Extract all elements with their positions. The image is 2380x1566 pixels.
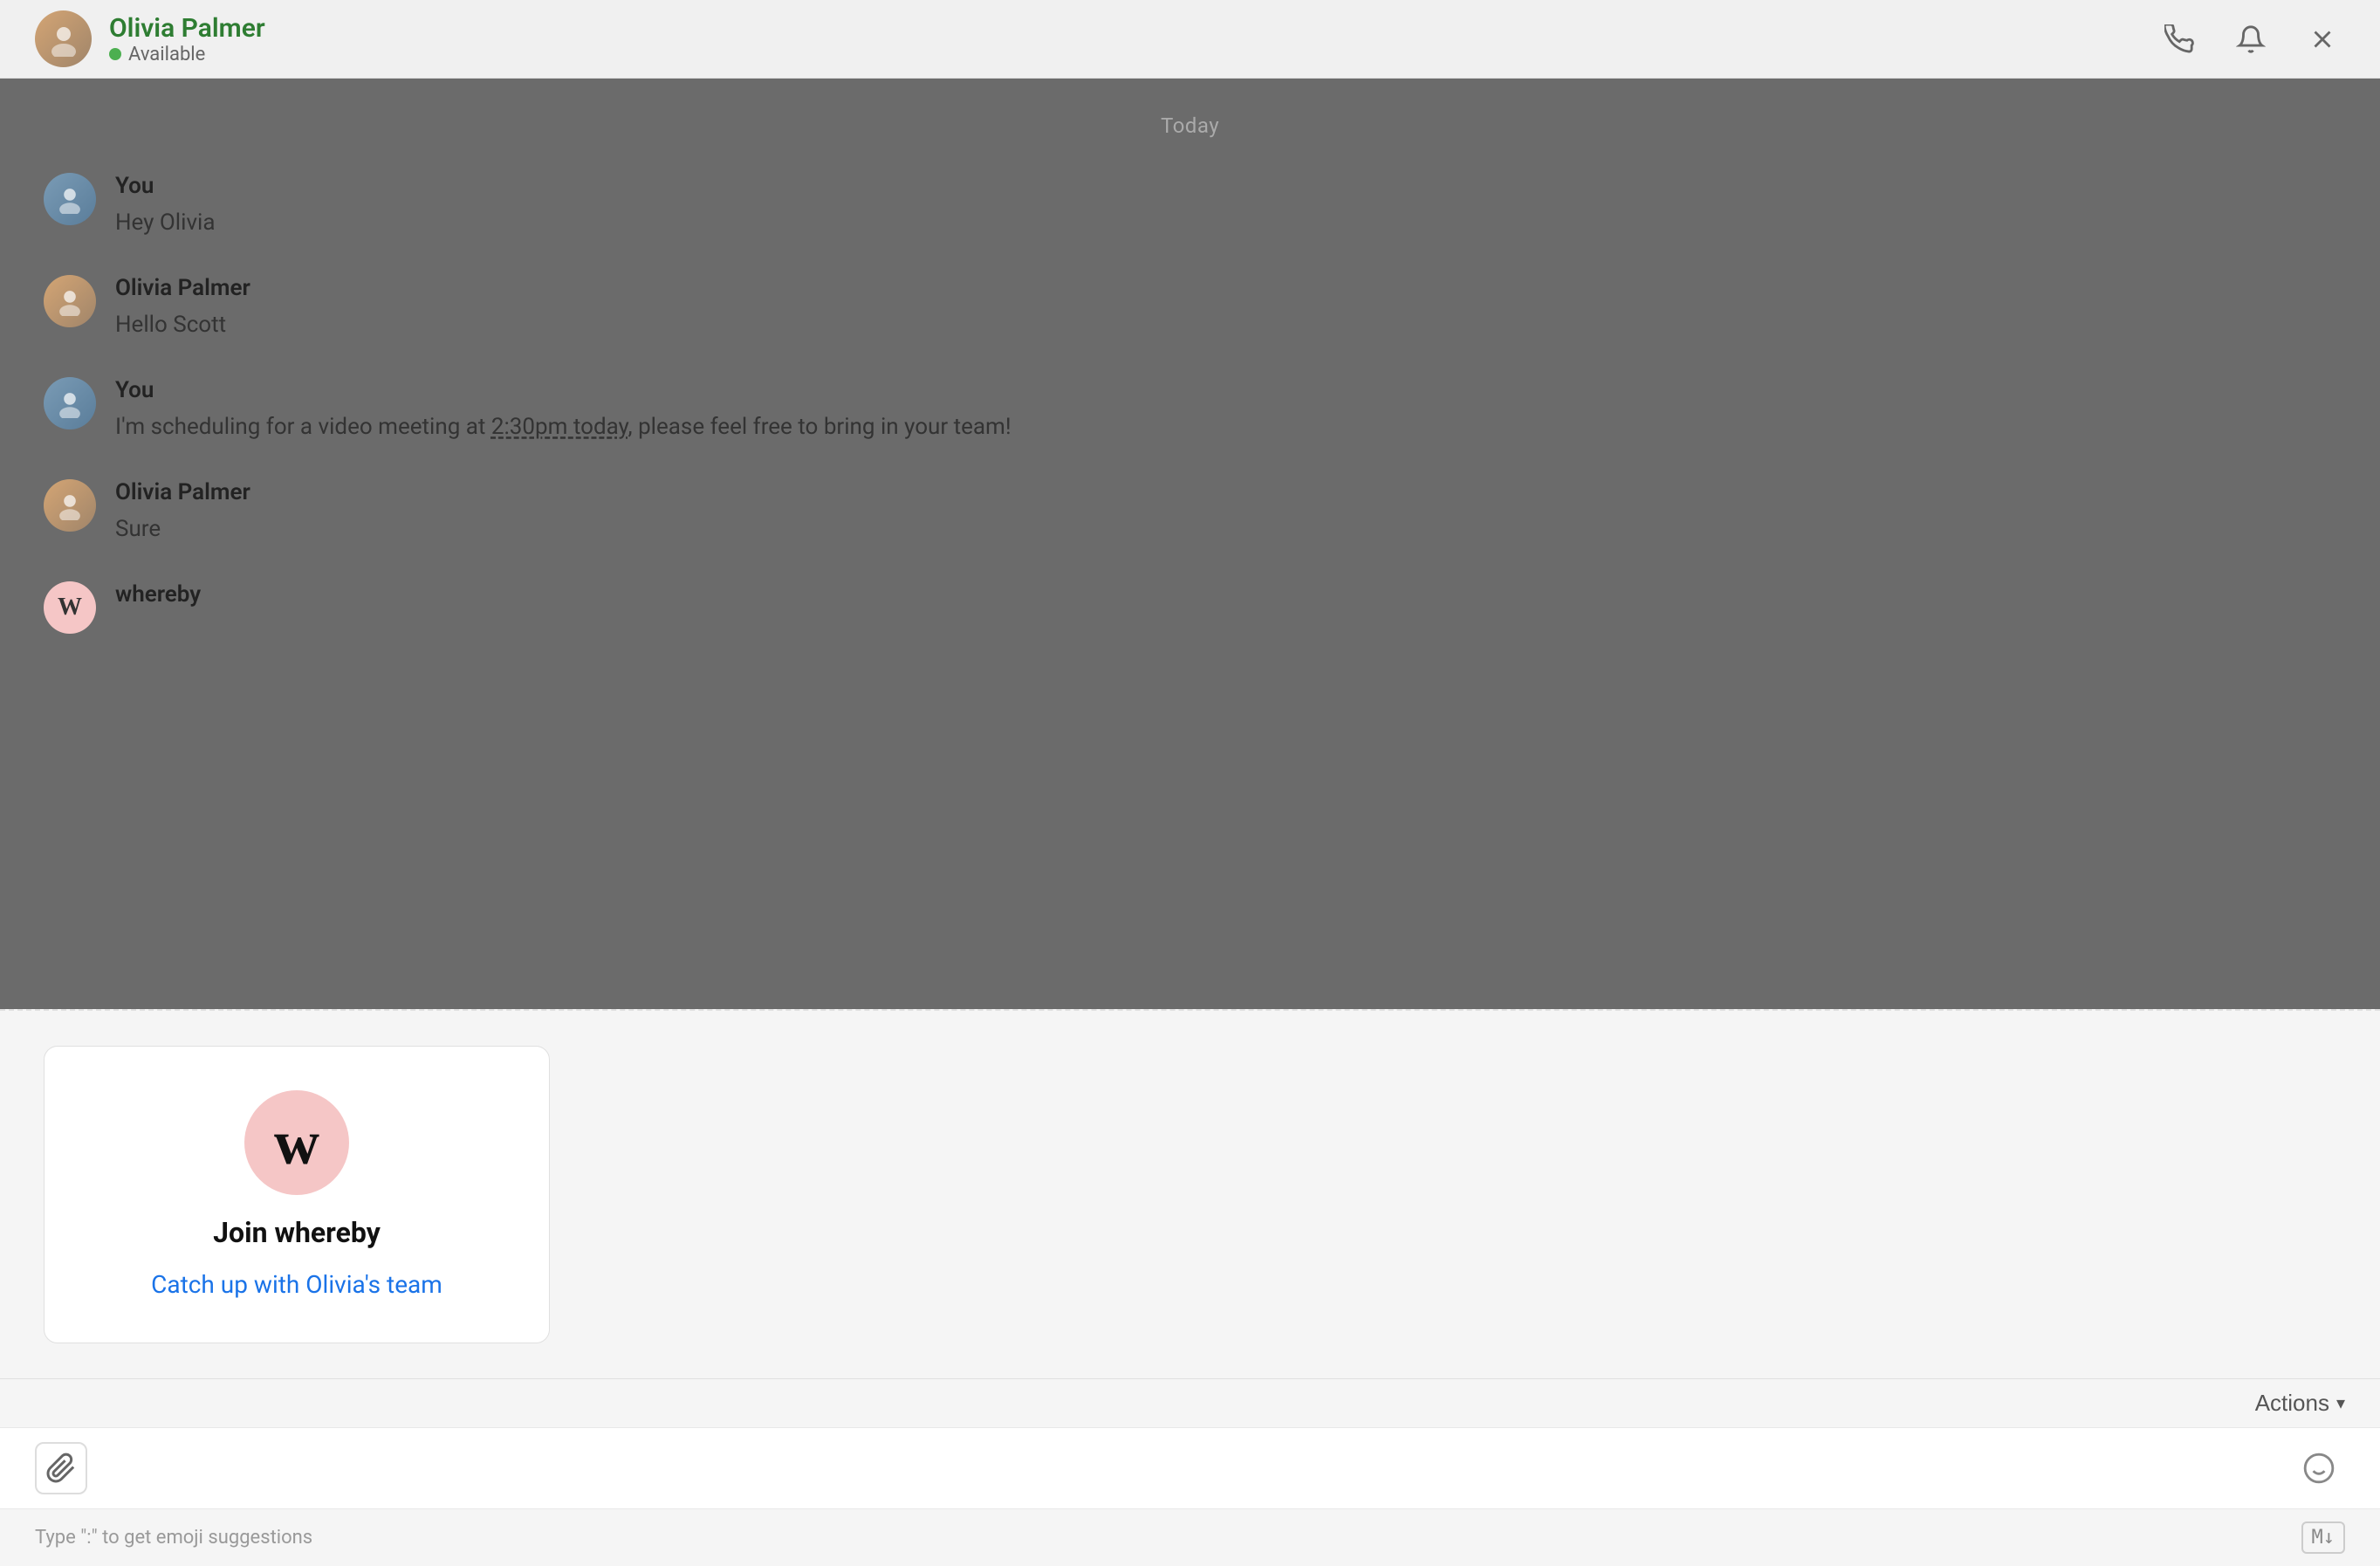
message-text: I'm scheduling for a video meeting at 2:… bbox=[115, 410, 2336, 444]
message-sender: You bbox=[115, 377, 2336, 403]
message-group: Olivia Palmer Hello Scott bbox=[44, 275, 2336, 342]
message-sender: whereby bbox=[115, 581, 2336, 608]
actions-bar: Actions ▾ bbox=[0, 1379, 2380, 1427]
message-group: W whereby bbox=[44, 581, 2336, 634]
message-sender: Olivia Palmer bbox=[115, 275, 2336, 301]
chat-container: Olivia Palmer Available bbox=[0, 0, 2380, 1566]
emoji-button[interactable] bbox=[2293, 1442, 2345, 1494]
header-info: Olivia Palmer Available bbox=[109, 13, 265, 65]
message-text: Hey Olivia bbox=[115, 206, 2336, 240]
message-content: You Hey Olivia bbox=[115, 173, 2336, 240]
chevron-down-icon: ▾ bbox=[2336, 1392, 2345, 1414]
message-group: Olivia Palmer Sure bbox=[44, 479, 2336, 546]
whereby-title: Join whereby bbox=[213, 1216, 381, 1249]
chat-footer: Type ":" to get emoji suggestions M↓ bbox=[0, 1509, 2380, 1566]
chat-bottom: Actions ▾ Type ":" to get emoji bbox=[0, 1378, 2380, 1566]
header-actions bbox=[2157, 17, 2345, 62]
avatar-olivia bbox=[44, 275, 96, 327]
emoji-hint: Type ":" to get emoji suggestions bbox=[35, 1527, 312, 1549]
whereby-join-link[interactable]: Catch up with Olivia's team bbox=[151, 1270, 442, 1299]
input-area bbox=[0, 1427, 2380, 1509]
whereby-card: w Join whereby Catch up with Olivia's te… bbox=[44, 1046, 550, 1343]
message-content: whereby bbox=[115, 581, 2336, 608]
whereby-logo: w bbox=[244, 1090, 349, 1195]
message-content: You I'm scheduling for a video meeting a… bbox=[115, 377, 2336, 444]
avatar-you bbox=[44, 173, 96, 225]
meeting-time: 2:30pm today bbox=[491, 414, 628, 440]
attach-button[interactable] bbox=[35, 1442, 87, 1494]
whereby-area: w Join whereby Catch up with Olivia's te… bbox=[0, 1009, 2380, 1378]
status-dot bbox=[109, 48, 121, 60]
header-left: Olivia Palmer Available bbox=[35, 10, 265, 67]
message-text: Sure bbox=[115, 512, 2336, 546]
message-text: Hello Scott bbox=[115, 308, 2336, 342]
whereby-w-letter: w bbox=[274, 1111, 319, 1174]
message-sender: Olivia Palmer bbox=[115, 479, 2336, 505]
message-content: Olivia Palmer Hello Scott bbox=[115, 275, 2336, 342]
message-sender: You bbox=[115, 173, 2336, 199]
avatar bbox=[35, 10, 92, 67]
avatar-olivia bbox=[44, 479, 96, 532]
actions-label: Actions bbox=[2255, 1390, 2329, 1417]
avatar-you bbox=[44, 377, 96, 429]
markdown-icon: M↓ bbox=[2301, 1521, 2346, 1554]
contact-name: Olivia Palmer bbox=[109, 13, 265, 44]
message-content: Olivia Palmer Sure bbox=[115, 479, 2336, 546]
chat-header: Olivia Palmer Available bbox=[0, 0, 2380, 79]
close-button[interactable] bbox=[2300, 17, 2345, 62]
actions-button[interactable]: Actions ▾ bbox=[2255, 1390, 2345, 1417]
status-text: Available bbox=[128, 44, 205, 65]
avatar-image bbox=[35, 10, 92, 67]
call-button[interactable] bbox=[2157, 17, 2202, 62]
chat-messages: Today You Hey Olivia bbox=[0, 79, 2380, 1009]
message-group: You Hey Olivia bbox=[44, 173, 2336, 240]
message-input[interactable] bbox=[105, 1442, 2275, 1494]
avatar-whereby: W bbox=[44, 581, 96, 634]
message-group: You I'm scheduling for a video meeting a… bbox=[44, 377, 2336, 444]
notifications-button[interactable] bbox=[2228, 17, 2274, 62]
date-divider: Today bbox=[44, 113, 2336, 138]
contact-status: Available bbox=[109, 44, 265, 65]
